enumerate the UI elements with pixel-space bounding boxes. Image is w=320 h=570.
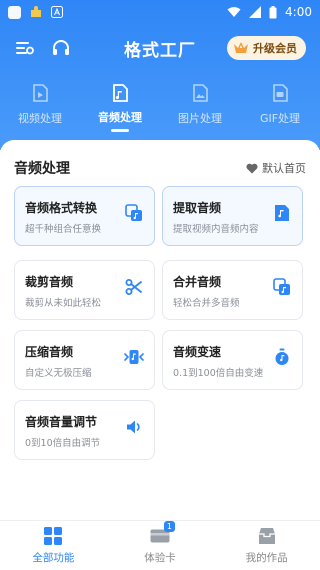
nav-all-features-label: 全部功能 [32, 552, 75, 564]
tab-audio-label: 音频处理 [98, 111, 142, 125]
bottom-navigation: 全部功能 1 体验卡 我的作品 [0, 520, 320, 570]
card-cut-audio[interactable]: 裁剪音频 裁剪从未如此轻松 [14, 260, 155, 320]
clock: 4:00 [285, 5, 312, 19]
tab-gif[interactable]: GIF处理 [240, 82, 320, 132]
crown-icon [234, 42, 248, 53]
settings-button[interactable] [14, 37, 36, 59]
card-icon: 1 [150, 521, 175, 546]
card-subtitle: 裁剪从未如此轻松 [25, 298, 102, 309]
upgrade-vip-label: 升级会员 [253, 42, 297, 55]
image-file-icon [189, 82, 211, 104]
video-file-icon [29, 82, 51, 104]
box-icon [257, 526, 277, 546]
font-notification-icon [51, 6, 63, 18]
audio-convert-icon [124, 203, 144, 223]
card-audio-format-convert[interactable]: 音频格式转换 超千种组合任意换 [14, 186, 155, 246]
card-audio-speed[interactable]: 音频变速 0.1到100倍自由变速 [162, 330, 303, 390]
content-sheet: 音频处理 默认首页 音频格式转换 超千种组合任意换 提取音频 提取视频内音频内容… [0, 140, 320, 520]
card-merge-audio[interactable]: 合并音频 轻松合并多音频 [162, 260, 303, 320]
card-subtitle: 自定义无极压缩 [25, 368, 92, 379]
settings-sliders-icon [16, 42, 34, 55]
nav-all-features[interactable]: 全部功能 [0, 521, 107, 570]
heart-icon [246, 163, 258, 173]
tab-video-label: 视频处理 [18, 112, 62, 125]
tab-active-indicator [111, 129, 129, 132]
extract-audio-icon [272, 203, 292, 223]
tab-audio[interactable]: 音频处理 [80, 82, 160, 132]
battery-icon [269, 5, 277, 18]
support-button[interactable] [50, 37, 72, 59]
wifi-icon [227, 7, 241, 17]
tab-image[interactable]: 图片处理 [160, 82, 240, 132]
nav-trial-card[interactable]: 1 体验卡 [107, 521, 214, 570]
nav-my-works[interactable]: 我的作品 [213, 521, 320, 570]
card-subtitle: 超千种组合任意换 [25, 224, 102, 235]
card-subtitle: 轻松合并多音频 [173, 298, 240, 309]
default-home-label: 默认首页 [262, 162, 306, 175]
card-compress-audio[interactable]: 压缩音频 自定义无极压缩 [14, 330, 155, 390]
tab-gif-label: GIF处理 [259, 112, 301, 125]
card-extract-audio[interactable]: 提取音频 提取视频内音频内容 [162, 186, 303, 246]
gif-file-icon [269, 82, 291, 104]
section-header: 音频处理 默认首页 [14, 158, 306, 178]
grid-icon [43, 526, 63, 546]
card-subtitle: 0到10倍自由调节 [25, 438, 101, 449]
compress-icon [124, 347, 144, 367]
default-home-toggle[interactable]: 默认首页 [246, 160, 306, 176]
card-volume-adjust[interactable]: 音频音量调节 0到10倍自由调节 [14, 400, 155, 460]
section-title: 音频处理 [14, 161, 70, 177]
nav-trial-card-label: 体验卡 [144, 552, 176, 564]
category-tabs: 视频处理 音频处理 图片处理 GIF处理 [0, 82, 320, 132]
status-bar: 4:00 [0, 0, 320, 24]
merge-icon [272, 277, 292, 297]
puzzle-notification-icon [31, 6, 41, 17]
trial-card-badge: 1 [163, 521, 175, 532]
upgrade-vip-button[interactable]: 升级会员 [227, 36, 306, 60]
signal-icon [249, 6, 262, 18]
tab-video[interactable]: 视频处理 [0, 82, 80, 132]
tab-image-label: 图片处理 [178, 112, 222, 125]
nav-my-works-label: 我的作品 [245, 552, 288, 564]
scissors-icon [124, 277, 144, 297]
app-bar: 格式工厂 升级会员 [0, 30, 320, 66]
app-notification-icon [8, 5, 21, 19]
headset-icon [53, 40, 69, 55]
card-subtitle: 0.1到100倍自由变速 [173, 368, 264, 379]
volume-icon [124, 417, 144, 437]
audio-file-icon [109, 82, 131, 103]
card-subtitle: 提取视频内音频内容 [173, 224, 259, 235]
stopwatch-icon [272, 347, 292, 367]
